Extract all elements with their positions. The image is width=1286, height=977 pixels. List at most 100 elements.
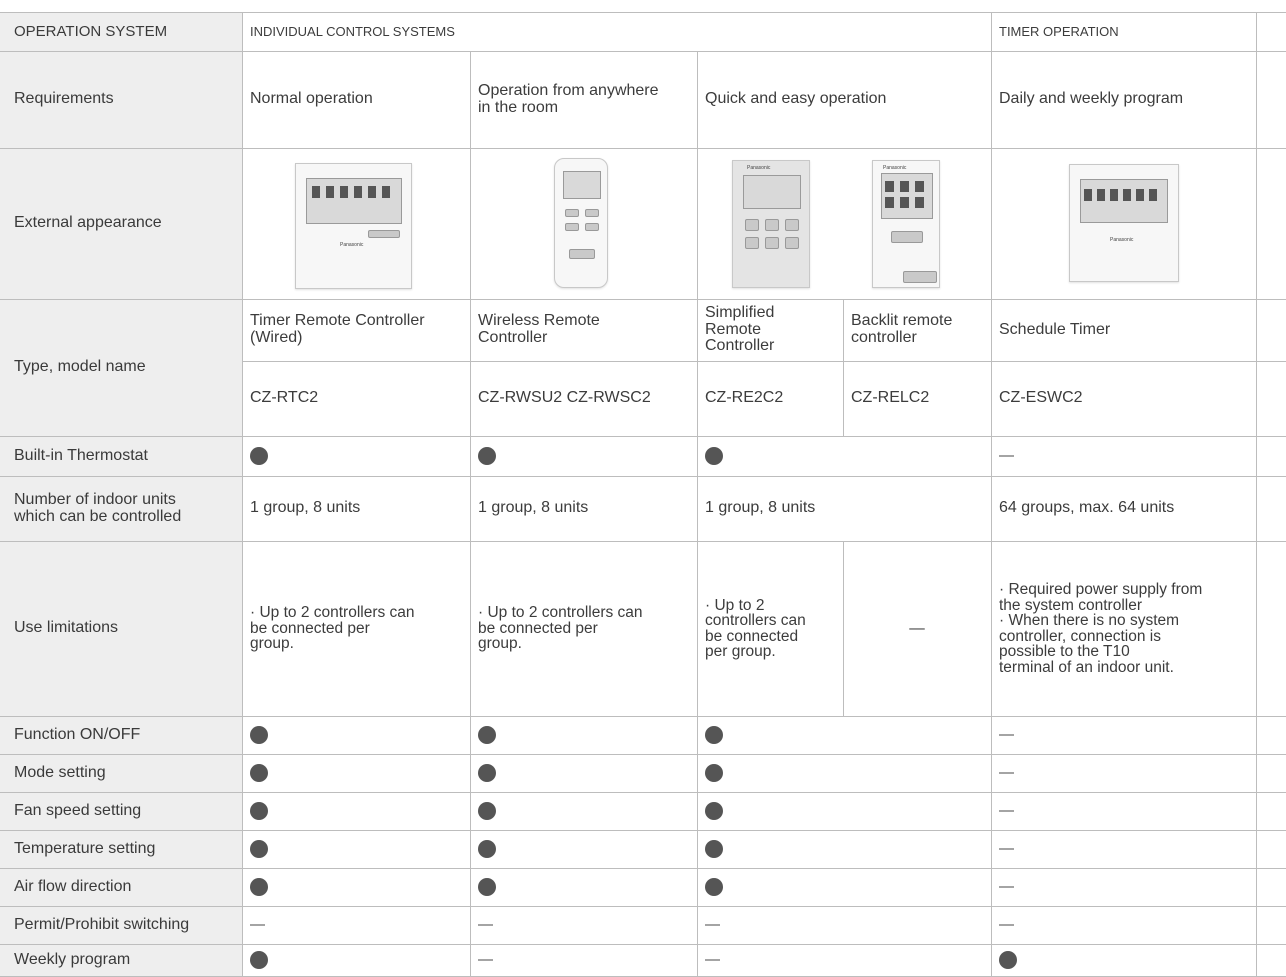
feature-cell bbox=[697, 716, 991, 754]
type-cell-text: Schedule Timer bbox=[999, 320, 1111, 338]
dash-icon: — bbox=[999, 840, 1014, 858]
schedule-timer-image: Panasonic bbox=[1069, 164, 1179, 282]
row-label-requirements: Requirements bbox=[0, 51, 242, 148]
controller-display bbox=[306, 178, 402, 224]
row-label-feature: Fan speed setting bbox=[0, 792, 242, 830]
row-label-feature-text: Mode setting bbox=[14, 763, 106, 781]
display-segment bbox=[900, 197, 909, 208]
model-cell: CZ-RELC2 bbox=[843, 361, 991, 436]
filled-circle-icon bbox=[250, 878, 268, 896]
header-individual-control-systems: INDIVIDUAL CONTROL SYSTEMS bbox=[242, 12, 991, 51]
timer-remote-controller-image: Panasonic bbox=[295, 163, 412, 289]
grid-line bbox=[0, 868, 1286, 869]
header-operation-system-label-text: OPERATION SYSTEM bbox=[14, 22, 168, 40]
display-segment bbox=[368, 186, 376, 198]
grid-line bbox=[0, 51, 1286, 52]
grid-line bbox=[843, 299, 844, 436]
row-label-feature: Permit/Prohibit switching bbox=[0, 906, 242, 944]
model-cell-text: CZ-RTC2 bbox=[250, 389, 319, 407]
type-cell-text: Wireless Remote Controller bbox=[478, 312, 600, 346]
thermostat-cell bbox=[242, 436, 470, 476]
controller-display bbox=[563, 171, 601, 199]
indoor-units-cell: 1 group, 8 units bbox=[697, 476, 991, 541]
feature-cell: — bbox=[991, 830, 1256, 868]
dash-icon: — bbox=[999, 916, 1014, 934]
grid-line bbox=[0, 792, 1286, 793]
grid-line bbox=[0, 541, 1286, 542]
filled-circle-icon bbox=[705, 764, 723, 782]
requirement-cell-text: Daily and weekly program bbox=[999, 90, 1184, 108]
use-limitation-cell: · Up to 2 controllers can be connected p… bbox=[242, 541, 470, 716]
dash-icon: — bbox=[705, 916, 720, 934]
requirement-cell: Quick and easy operation bbox=[697, 51, 991, 148]
grid-line bbox=[0, 944, 1286, 945]
feature-cell bbox=[470, 754, 697, 792]
simplified-remote-controller-image: Panasonic bbox=[732, 160, 810, 288]
row-label-thermostat: Built-in Thermostat bbox=[0, 436, 242, 476]
header-timer-operation: TIMER OPERATION bbox=[991, 12, 1256, 51]
row-label-type-model-text: Type, model name bbox=[14, 358, 146, 376]
use-limitation-cell-text: · Required power supply from the system … bbox=[999, 581, 1203, 676]
row-label-feature-text: Weekly program bbox=[14, 950, 131, 968]
row-label-thermostat-text: Built-in Thermostat bbox=[14, 446, 148, 464]
row-label-external-appearance-text: External appearance bbox=[14, 214, 162, 232]
requirement-cell-text: Normal operation bbox=[250, 90, 373, 108]
dash-icon: — bbox=[999, 447, 1014, 465]
thermostat-cell bbox=[470, 436, 697, 476]
display-segment bbox=[1123, 189, 1131, 201]
controller-key bbox=[565, 209, 579, 217]
model-cell: CZ-ESWC2 bbox=[991, 361, 1256, 436]
controller-key bbox=[585, 223, 599, 231]
filled-circle-icon bbox=[478, 878, 496, 896]
feature-cell: — bbox=[242, 906, 470, 944]
filled-circle-icon bbox=[250, 840, 268, 858]
controller-key bbox=[585, 209, 599, 217]
feature-cell bbox=[242, 754, 470, 792]
filled-circle-icon bbox=[705, 447, 723, 465]
feature-cell: — bbox=[470, 906, 697, 944]
grid-line bbox=[991, 12, 992, 976]
dash-icon: — bbox=[999, 764, 1014, 782]
indoor-units-cell-text: 1 group, 8 units bbox=[705, 499, 816, 517]
grid-line bbox=[0, 754, 1286, 755]
use-limitation-cell: — bbox=[843, 541, 991, 716]
filled-circle-icon bbox=[250, 447, 268, 465]
use-limitation-cell: · Up to 2 controllers can be connected p… bbox=[697, 541, 843, 716]
indoor-units-cell-text: 1 group, 8 units bbox=[478, 499, 589, 517]
model-cell: CZ-RTC2 bbox=[242, 361, 470, 436]
display-segment bbox=[915, 197, 924, 208]
feature-cell bbox=[242, 716, 470, 754]
use-limitation-cell-text: · Up to 2 controllers can be connected p… bbox=[705, 596, 806, 660]
feature-cell bbox=[242, 868, 470, 906]
filled-circle-icon bbox=[478, 802, 496, 820]
grid-line bbox=[242, 361, 1286, 362]
type-cell: Wireless Remote Controller bbox=[470, 299, 697, 361]
display-segment bbox=[1097, 189, 1105, 201]
display-segment bbox=[1136, 189, 1144, 201]
grid-line bbox=[0, 906, 1286, 907]
header-operation-system-label: OPERATION SYSTEM bbox=[0, 12, 242, 51]
controller-key bbox=[903, 271, 937, 283]
model-cell-text: CZ-RE2C2 bbox=[705, 389, 784, 407]
display-segment bbox=[1084, 189, 1092, 201]
dash-icon: — bbox=[999, 726, 1014, 744]
feature-cell: — bbox=[991, 792, 1256, 830]
display-segment bbox=[340, 186, 348, 198]
row-label-feature-text: Temperature setting bbox=[14, 839, 156, 857]
type-cell: Simplified Remote Controller bbox=[697, 299, 843, 361]
model-cell-text: CZ-ESWC2 bbox=[999, 389, 1083, 407]
display-segment bbox=[1110, 189, 1118, 201]
filled-circle-icon bbox=[250, 951, 268, 969]
grid-line bbox=[0, 148, 1286, 149]
display-segment bbox=[326, 186, 334, 198]
row-label-feature: Mode setting bbox=[0, 754, 242, 792]
model-cell: CZ-RE2C2 bbox=[697, 361, 843, 436]
controller-key bbox=[765, 219, 779, 231]
row-label-feature-text: Fan speed setting bbox=[14, 801, 142, 819]
display-segment bbox=[915, 181, 924, 192]
operation-system-table: OPERATION SYSTEM INDIVIDUAL CONTROL SYSTE… bbox=[0, 0, 1286, 977]
controller-key bbox=[891, 231, 923, 243]
indoor-units-cell-text: 64 groups, max. 64 units bbox=[999, 499, 1175, 517]
thermostat-cell: — bbox=[991, 436, 1256, 476]
display-segment bbox=[885, 181, 894, 192]
